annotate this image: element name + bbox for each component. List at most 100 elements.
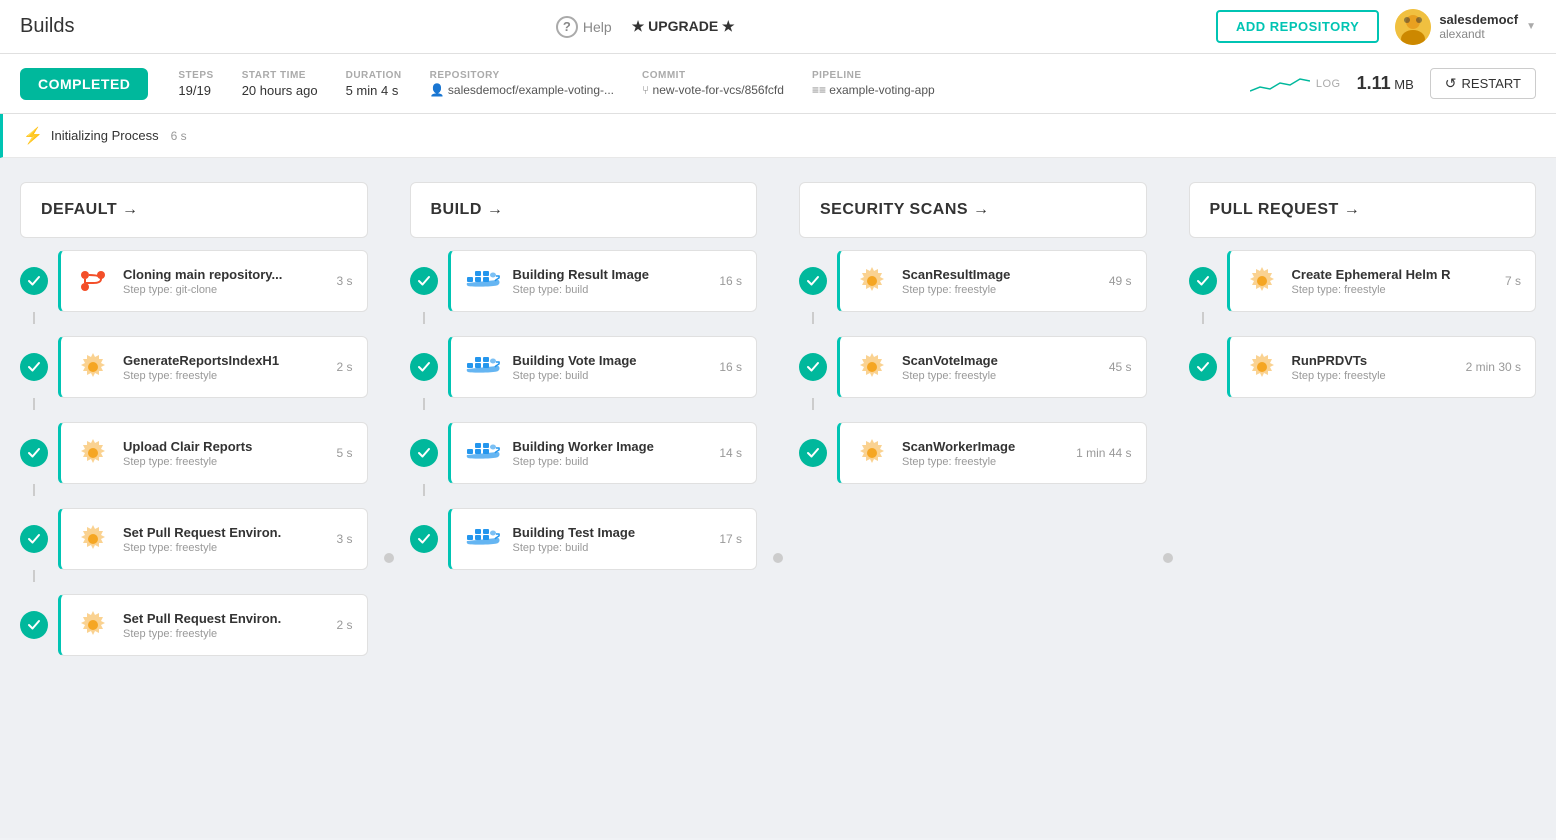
- table-row: Upload Clair ReportsStep type: freestyle…: [20, 422, 368, 484]
- step-wrapper: GenerateReportsIndexH1Step type: freesty…: [20, 336, 368, 410]
- column-connector: [384, 182, 394, 814]
- start-label: START TIME: [242, 70, 318, 81]
- step-card[interactable]: GenerateReportsIndexH1Step type: freesty…: [58, 336, 368, 398]
- user-menu[interactable]: salesdemocf alexandt ▼: [1395, 9, 1536, 45]
- step-card[interactable]: Create Ephemeral Helm RStep type: freest…: [1227, 250, 1537, 312]
- upgrade-button[interactable]: ★ UPGRADE ★: [632, 18, 735, 35]
- step-type: Step type: freestyle: [902, 284, 1097, 296]
- step-duration: 2 min 30 s: [1466, 360, 1521, 374]
- step-connector: [33, 398, 35, 410]
- step-card[interactable]: Building Vote ImageStep type: build 16 s: [448, 336, 758, 398]
- steps-label: STEPS: [178, 70, 213, 81]
- step-duration: 1 min 44 s: [1076, 446, 1131, 460]
- branch-icon: ⑂: [642, 83, 649, 97]
- step-info: ScanVoteImageStep type: freestyle: [902, 353, 1097, 382]
- step-duration: 7 s: [1505, 274, 1521, 288]
- pipeline-header-security-scans: SECURITY SCANS →: [799, 182, 1147, 238]
- restart-icon: ↺: [1445, 75, 1457, 92]
- table-row: ScanVoteImageStep type: freestyle 45 s: [799, 336, 1147, 398]
- step-card[interactable]: Set Pull Request Environ.Step type: free…: [58, 508, 368, 570]
- step-info: Building Vote ImageStep type: build: [513, 353, 708, 382]
- process-duration: 6 s: [171, 129, 187, 143]
- step-wrapper: Upload Clair ReportsStep type: freestyle…: [20, 422, 368, 496]
- step-info: Cloning main repository...Step type: git…: [123, 267, 324, 296]
- step-card[interactable]: Cloning main repository...Step type: git…: [58, 250, 368, 312]
- step-card[interactable]: Set Pull Request Environ.Step type: free…: [58, 594, 368, 656]
- pipeline-header-build: BUILD →: [410, 182, 758, 238]
- pipeline-value: ≡≡ example-voting-app: [812, 83, 935, 97]
- steps-meta: STEPS 19/19: [178, 70, 213, 98]
- step-info: ScanResultImage Step type: freestyle: [902, 267, 1097, 296]
- step-name: Cloning main repository...: [123, 267, 303, 282]
- step-wrapper: Building Worker ImageStep type: build14 …: [410, 422, 758, 496]
- process-bar: ⚡ Initializing Process 6 s: [0, 114, 1556, 158]
- step-check-icon: [20, 525, 48, 553]
- table-row: Create Ephemeral Helm RStep type: freest…: [1189, 250, 1537, 312]
- step-check-icon: [410, 439, 438, 467]
- step-duration: 5 s: [336, 446, 352, 460]
- step-duration: 17 s: [719, 532, 742, 546]
- process-name: Initializing Process: [51, 128, 159, 143]
- nav-right: ADD REPOSITORY salesdemocf alexandt ▼: [1216, 9, 1536, 45]
- step-wrapper: Set Pull Request Environ.Step type: free…: [20, 508, 368, 582]
- step-card[interactable]: ScanVoteImageStep type: freestyle 45 s: [837, 336, 1147, 398]
- step-info: RunPRDVTsStep type: freestyle: [1292, 353, 1454, 382]
- step-wrapper: Building Test ImageStep type: build17 s: [410, 508, 758, 570]
- step-card[interactable]: Building Worker ImageStep type: build14 …: [448, 422, 758, 484]
- commit-label: COMMIT: [642, 70, 784, 81]
- step-card[interactable]: ScanResultImage Step type: freestyle 49 s: [837, 250, 1147, 312]
- pipeline-label: PIPELINE: [812, 70, 935, 81]
- step-info: Set Pull Request Environ.Step type: free…: [123, 611, 324, 640]
- restart-button[interactable]: ↺ RESTART: [1430, 68, 1536, 99]
- step-name: ScanWorkerImage: [902, 439, 1064, 454]
- step-card[interactable]: Upload Clair ReportsStep type: freestyle…: [58, 422, 368, 484]
- status-bar: COMPLETED STEPS 19/19 START TIME 20 hour…: [0, 54, 1556, 114]
- steps-value: 19/19: [178, 83, 213, 98]
- start-meta: START TIME 20 hours ago: [242, 70, 318, 98]
- step-name: Set Pull Request Environ.: [123, 525, 303, 540]
- step-type: Step type: build: [513, 370, 708, 382]
- status-meta: STEPS 19/19 START TIME 20 hours ago DURA…: [178, 70, 934, 98]
- table-row: ScanWorkerImageStep type: freestyle1 min…: [799, 422, 1147, 484]
- step-card[interactable]: RunPRDVTsStep type: freestyle 2 min 30 s: [1227, 336, 1537, 398]
- add-repository-button[interactable]: ADD REPOSITORY: [1216, 10, 1379, 43]
- step-card[interactable]: ScanWorkerImageStep type: freestyle1 min…: [837, 422, 1147, 484]
- column-connector: [1163, 182, 1173, 814]
- chevron-down-icon: ▼: [1526, 21, 1536, 32]
- step-connector: [423, 484, 425, 496]
- step-check-icon: [410, 353, 438, 381]
- step-check-icon: [799, 439, 827, 467]
- step-duration: 49 s: [1109, 274, 1132, 288]
- size-display: 1.11 MB: [1357, 73, 1414, 94]
- duration-value: 5 min 4 s: [346, 83, 402, 98]
- step-name: Upload Clair Reports: [123, 439, 303, 454]
- step-connector: [423, 312, 425, 324]
- step-duration: 45 s: [1109, 360, 1132, 374]
- step-card[interactable]: Building Result ImageStep type: build16 …: [448, 250, 758, 312]
- step-info: Set Pull Request Environ.Step type: free…: [123, 525, 324, 554]
- step-name: Set Pull Request Environ.: [123, 611, 303, 626]
- connector-dot: [1163, 553, 1173, 563]
- connector-dot: [384, 553, 394, 563]
- step-check-icon: [20, 267, 48, 295]
- step-wrapper: ScanWorkerImageStep type: freestyle1 min…: [799, 422, 1147, 484]
- step-card[interactable]: Building Test ImageStep type: build17 s: [448, 508, 758, 570]
- gear-icon: [854, 349, 890, 385]
- docker-icon: [465, 435, 501, 471]
- help-button[interactable]: ? Help: [556, 16, 612, 38]
- step-wrapper: Building Vote ImageStep type: build 16 s: [410, 336, 758, 410]
- step-duration: 3 s: [336, 532, 352, 546]
- step-duration: 16 s: [719, 360, 742, 374]
- nav-left: Builds: [20, 15, 74, 38]
- step-connector: [33, 570, 35, 582]
- table-row: Cloning main repository...Step type: git…: [20, 250, 368, 312]
- step-wrapper: RunPRDVTsStep type: freestyle 2 min 30 s: [1189, 336, 1537, 398]
- main-content: DEFAULT → Cloning main repository...Step…: [0, 158, 1556, 838]
- user-info: salesdemocf alexandt: [1439, 12, 1518, 41]
- step-check-icon: [410, 525, 438, 553]
- docker-icon: [465, 521, 501, 557]
- table-row: Building Result ImageStep type: build16 …: [410, 250, 758, 312]
- status-badge: COMPLETED: [20, 68, 148, 100]
- step-name: ScanResultImage: [902, 267, 1082, 282]
- step-info: Upload Clair ReportsStep type: freestyle: [123, 439, 324, 468]
